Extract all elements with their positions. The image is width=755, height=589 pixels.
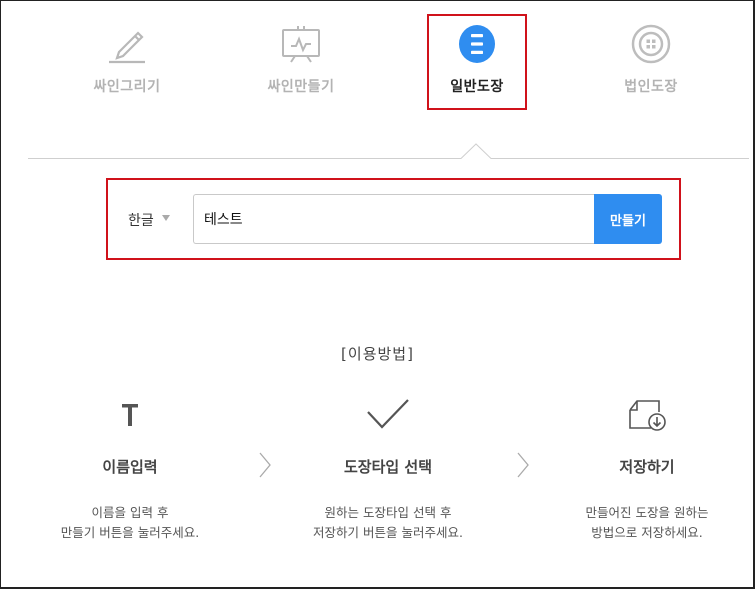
usage-title: [이용방법] — [341, 345, 414, 363]
name-input[interactable] — [193, 194, 595, 244]
step-description-line: 만들어진 도장을 원하는 — [585, 505, 709, 520]
pen-sign-icon — [109, 31, 145, 64]
step-description-line: 저장하기 버튼을 눌러주세요. — [313, 525, 463, 540]
corporate-seal-icon — [631, 24, 671, 64]
make-button[interactable]: 만들기 — [594, 194, 662, 244]
step-description-line: 원하는 도장타입 선택 후 — [324, 505, 452, 520]
step-description: 이름을 입력 후 만들기 버튼을 눌러주세요. — [10, 503, 250, 543]
step-title: 저장하기 — [619, 458, 675, 476]
step-description: 원하는 도장타입 선택 후 저장하기 버튼을 눌러주세요. — [268, 503, 508, 543]
usage-step-3: 저장하기 만들어진 도장을 원하는 방법으로 저장하세요. — [527, 396, 755, 543]
caret-down-icon[interactable] — [162, 215, 170, 221]
usage-step-2: 도장타입 선택 원하는 도장타입 선택 후 저장하기 버튼을 눌러주세요. — [268, 396, 508, 543]
step-description: 만들어진 도장을 원하는 방법으로 저장하세요. — [527, 503, 755, 543]
save-file-icon — [629, 400, 666, 431]
step-description-line: 이름을 입력 후 — [91, 505, 169, 520]
usage-step-1: 이름입력 이름을 입력 후 만들기 버튼을 눌러주세요. — [10, 396, 250, 543]
step-description-line: 방법으로 저장하세요. — [591, 525, 703, 540]
step-title: 도장타입 선택 — [343, 458, 433, 476]
language-select[interactable]: 한글 — [128, 210, 154, 230]
tab-label: 싸인그리기 — [93, 79, 161, 95]
tab-label: 법인도장 — [624, 79, 678, 95]
tab-label: 싸인만들기 — [267, 79, 335, 95]
active-tab-highlight — [427, 14, 527, 110]
step-description-line: 만들기 버튼을 눌러주세요. — [60, 525, 200, 540]
checkmark-icon — [367, 399, 409, 429]
text-t-icon — [122, 404, 138, 426]
sign-board-icon — [282, 26, 320, 63]
tab-divider — [28, 143, 749, 159]
step-title: 이름입력 — [102, 458, 158, 476]
